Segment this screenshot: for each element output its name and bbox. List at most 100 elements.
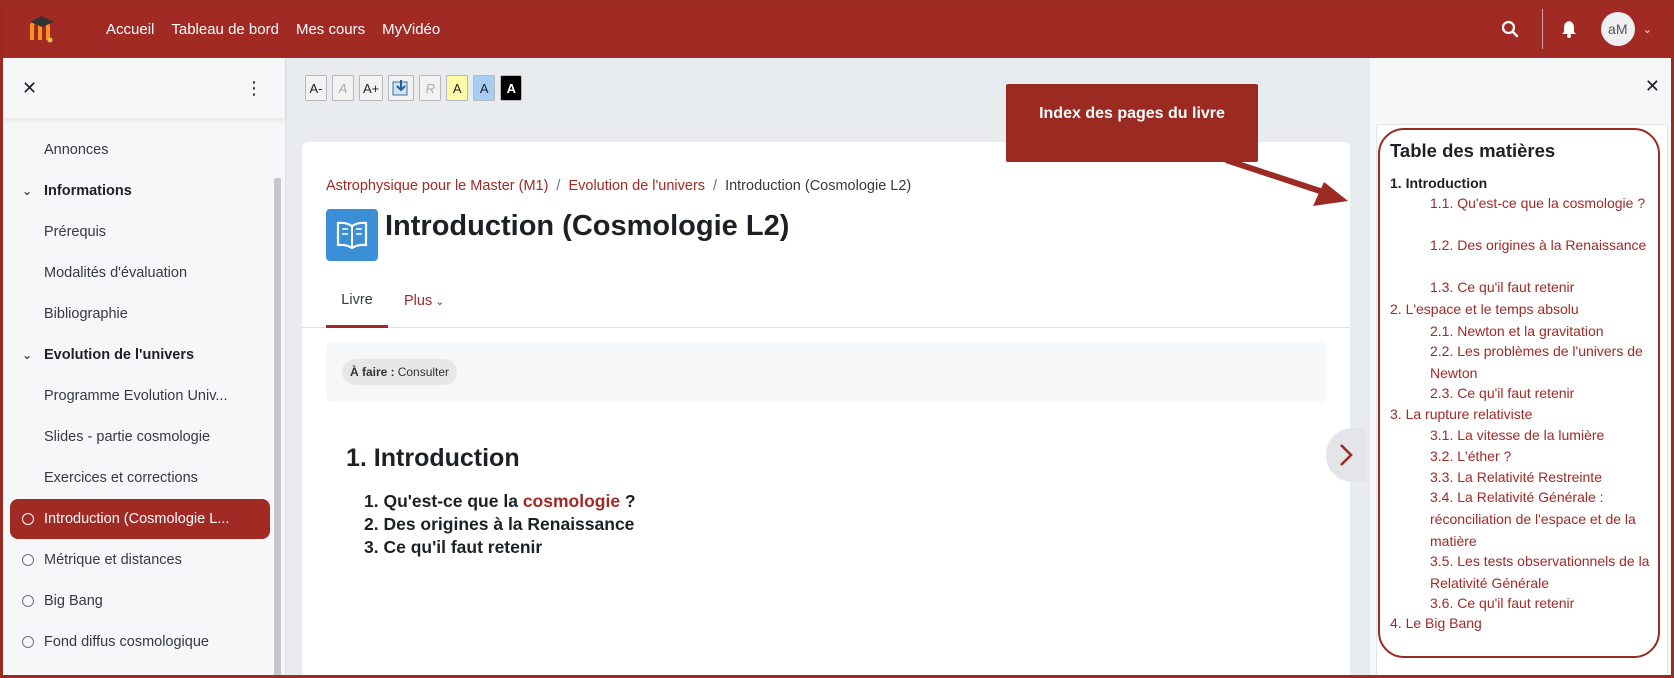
todo-badge: À faire : Consulter	[342, 359, 458, 385]
breadcrumb-current: Introduction (Cosmologie L2)	[725, 178, 912, 194]
main-content-card: Astrophysique pour le Master (M1) / Evol…	[302, 142, 1350, 678]
blue-theme-button[interactable]: A	[473, 75, 496, 101]
nav-link-accueil[interactable]: Accueil	[106, 21, 154, 38]
black-theme-button[interactable]: A	[500, 75, 523, 101]
toc-item[interactable]: 1.2. Des origines à la Renaissance	[1430, 234, 1652, 256]
book-toc-drawer: ✕ Table des matières 1. Introduction 1.1.…	[1370, 58, 1674, 678]
nav-divider	[1541, 9, 1543, 49]
list-item-text: 3. Ce qu'il faut retenir	[364, 537, 543, 557]
course-index-item-label: Bibliographie	[44, 306, 128, 322]
course-index-item[interactable]: Annonces	[10, 130, 270, 170]
course-index-item[interactable]: Slides - partie cosmologie	[10, 417, 270, 457]
notification-bell-icon[interactable]	[1551, 20, 1587, 38]
course-index-item-label: Prérequis	[44, 224, 107, 240]
toc-item[interactable]: 3.3. La Relativité Restreinte	[1430, 466, 1652, 488]
decrease-font-button[interactable]: A-	[305, 75, 327, 101]
breadcrumb-section[interactable]: Evolution de l'univers	[568, 178, 705, 194]
toc-title: Table des matières	[1390, 140, 1556, 161]
course-index-item[interactable]: Big Bang	[10, 581, 270, 621]
toc-item[interactable]: 1. Introduction	[1390, 172, 1487, 194]
course-index-item-label: Modalités d'évaluation	[44, 265, 188, 281]
course-index-item[interactable]: Introduction (Cosmologie L...	[10, 499, 270, 539]
drawer-scrollbar[interactable]	[274, 178, 281, 678]
course-index-item-label: Exercices et corrections	[44, 470, 198, 486]
kebab-menu-icon[interactable]: ⋮	[245, 78, 263, 99]
toc-item[interactable]: 3.4. La Relativité Générale : réconcilia…	[1430, 486, 1652, 552]
toc-item[interactable]: 2.2. Les problèmes de l'univers de Newto…	[1430, 340, 1652, 384]
breadcrumb-separator: /	[556, 178, 561, 194]
course-index-item-label: Slides - partie cosmologie	[44, 429, 211, 445]
toc-item[interactable]: 2.3. Ce qu'il faut retenir	[1430, 382, 1652, 404]
toc-item[interactable]: 2. L'espace et le temps absolu	[1390, 298, 1579, 320]
chevron-down-icon[interactable]: ⌄	[22, 184, 44, 198]
book-icon	[326, 209, 378, 261]
todo-label: À faire :	[350, 365, 395, 379]
yellow-theme-button[interactable]: A	[446, 75, 469, 101]
accessibility-toolbar: A- A A+ R A A A	[305, 75, 523, 101]
breadcrumb-separator: /	[713, 178, 718, 194]
chevron-down-icon[interactable]: ⌄	[22, 348, 44, 362]
course-index-item[interactable]: Bibliographie	[10, 294, 270, 334]
course-index-item-label: Big Bang	[44, 593, 103, 609]
course-index-item-label: Evolution de l'univers	[44, 347, 195, 363]
list-item-suffix: ?	[620, 491, 636, 511]
toc-item[interactable]: 3.2. L'éther ?	[1430, 445, 1652, 467]
course-index-item-label: Programme Evolution Univ...	[44, 388, 228, 404]
nav-link-mes-cours[interactable]: Mes cours	[296, 21, 365, 38]
top-navbar: Accueil Tableau de bord Mes cours MyVidé…	[0, 0, 1674, 58]
tab-plus[interactable]: Plus ⌄	[404, 274, 444, 328]
course-index-item[interactable]: Prérequis	[10, 212, 270, 252]
activity-completion-box: À faire : Consulter	[326, 342, 1326, 402]
toc-item[interactable]: 2.1. Newton et la gravitation	[1430, 320, 1652, 342]
course-index-item-label: Informations	[44, 183, 132, 199]
chevron-down-icon[interactable]: ⌄	[1643, 23, 1652, 36]
nav-link-myvideo[interactable]: MyVidéo	[382, 21, 440, 38]
course-index-item[interactable]: Modalités d'évaluation	[10, 253, 270, 293]
toc-item[interactable]: 3.1. La vitesse de la lumière	[1430, 424, 1652, 446]
completion-circle-icon	[22, 595, 34, 607]
course-index-item-label: Annonces	[44, 142, 109, 158]
cosmologie-link[interactable]: cosmologie	[523, 491, 620, 511]
toc-item[interactable]: 4. Le Big Bang	[1390, 612, 1482, 634]
increase-font-button[interactable]: A+	[359, 75, 384, 101]
breadcrumb: Astrophysique pour le Master (M1) / Evol…	[326, 178, 911, 194]
toc-item[interactable]: 1.3. Ce qu'il faut retenir	[1430, 276, 1652, 298]
close-icon[interactable]: ✕	[22, 78, 37, 99]
close-icon[interactable]: ✕	[1645, 76, 1660, 97]
chapter-title: 1. Introduction	[346, 444, 520, 472]
toc-item[interactable]: 1.1. Qu'est-ce que la cosmologie ?	[1430, 192, 1652, 214]
save-settings-icon[interactable]	[388, 75, 415, 101]
course-index-item-label: Métrique et distances	[44, 552, 182, 568]
course-index-item-label: Introduction (Cosmologie L...	[44, 511, 230, 527]
reset-color-button[interactable]: R	[419, 75, 442, 101]
tab-livre[interactable]: Livre	[326, 274, 388, 328]
todo-value: Consulter	[397, 365, 450, 379]
chevron-down-icon: ⌄	[435, 295, 445, 308]
section-header[interactable]: ⌄ Evolution de l'univers	[10, 335, 270, 375]
toc-item[interactable]: 3.6. Ce qu'il faut retenir	[1430, 592, 1652, 614]
search-icon[interactable]	[1492, 20, 1528, 38]
user-avatar[interactable]: aM	[1600, 12, 1635, 46]
list-item-text: 1. Qu'est-ce que la	[364, 491, 523, 511]
nav-link-tableau-de-bord[interactable]: Tableau de bord	[171, 21, 279, 38]
course-index-item-label: Fond diffus cosmologique	[44, 634, 209, 650]
completion-circle-icon	[22, 513, 34, 525]
reset-font-button[interactable]: A	[332, 75, 354, 101]
list-item: 2. Des origines à la Renaissance	[364, 513, 636, 536]
moodle-logo[interactable]	[26, 9, 66, 49]
list-item: 1. Qu'est-ce que la cosmologie ?	[364, 490, 636, 513]
list-item-text: 2. Des origines à la Renaissance	[364, 514, 635, 534]
course-index-item[interactable]: Fond diffus cosmologique	[10, 622, 270, 662]
annotation-callout: Index des pages du livre	[1006, 84, 1258, 162]
toc-item[interactable]: 3. La rupture relativiste	[1390, 403, 1532, 425]
toc-item[interactable]: 3.5. Les tests observationnels de la Rel…	[1430, 550, 1652, 594]
course-index-item[interactable]: Programme Evolution Univ...	[10, 376, 270, 416]
breadcrumb-course[interactable]: Astrophysique pour le Master (M1)	[326, 178, 548, 194]
course-index-item[interactable]: Exercices et corrections	[10, 458, 270, 498]
drawer-header: ✕ ⋮	[0, 58, 285, 118]
section-header[interactable]: ⌄ Informations	[10, 171, 270, 211]
course-index-item[interactable]: Métrique et distances	[10, 540, 270, 580]
course-index-drawer: ✕ ⋮ Annonces ⌄ Informations Prérequis Modali…	[0, 58, 286, 678]
list-item: 3. Ce qu'il faut retenir	[364, 536, 636, 559]
chapter-subsection-list: 1. Qu'est-ce que la cosmologie ? 2. Des …	[364, 490, 636, 559]
